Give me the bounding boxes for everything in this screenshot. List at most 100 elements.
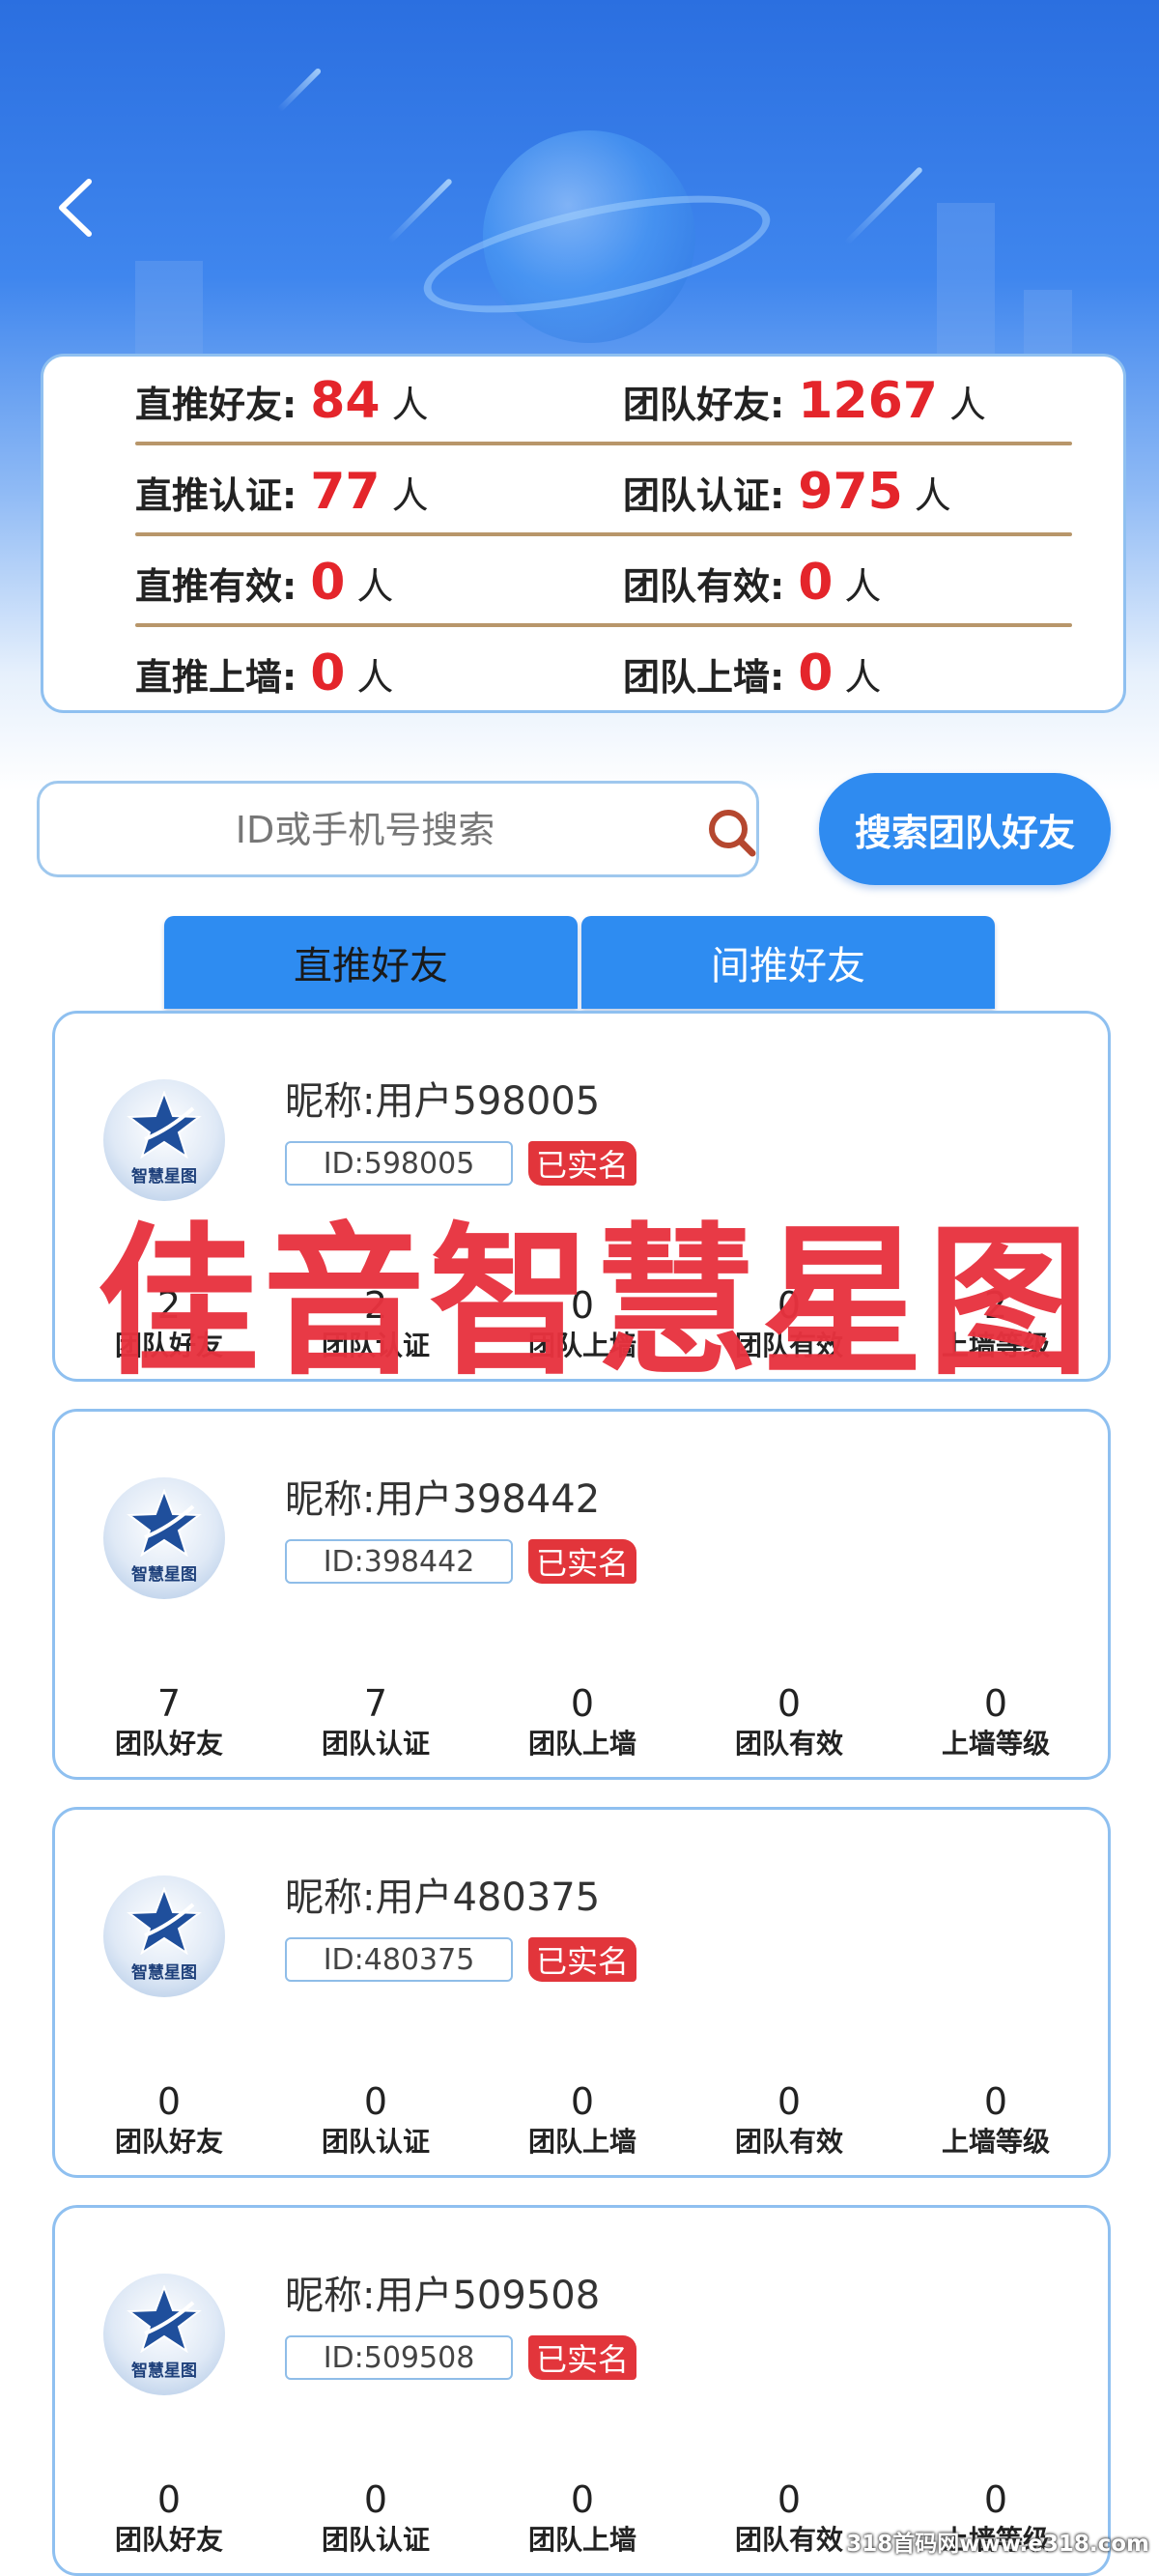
stat-unit: 人 xyxy=(356,655,394,699)
stat-value: 975 xyxy=(798,463,903,521)
team-stats-card: 直推好友: 84 人 团队好友: 1267 人 直推认证: 77 人 团队认证:… xyxy=(41,354,1126,713)
metric-value: 0 xyxy=(363,2080,388,2123)
user-metric: 0 团队上墙 xyxy=(505,2478,660,2560)
user-card[interactable]: 智慧星图 昵称:用户480375 ID:480375 已实名 0 团队好友 0 团队认证 0 团队… xyxy=(52,1807,1111,2178)
metric-label: 团队有效 xyxy=(734,2126,843,2158)
tab-direct-friends[interactable]: 直推好友 xyxy=(164,916,578,1009)
stats-row: 直推有效: 0 人 团队有效: 0 人 xyxy=(135,538,1072,627)
stat-unit: 人 xyxy=(948,383,986,426)
chevron-left-icon xyxy=(59,179,92,237)
user-metric: 0 团队好友 xyxy=(92,2080,246,2161)
stat-unit: 人 xyxy=(844,564,882,608)
tab-indirect-friends[interactable]: 间推好友 xyxy=(581,916,995,1009)
site-watermark: 318首码网www.e318.com xyxy=(846,2532,1149,2557)
user-metric: 0 团队有效 xyxy=(712,2478,866,2560)
stat-value: 1267 xyxy=(798,372,938,430)
stat-value: 77 xyxy=(310,463,381,521)
team-wall-stat: 团队上墙: 0 人 xyxy=(623,629,881,718)
user-metric: 0 团队有效 xyxy=(712,2080,866,2161)
user-card[interactable]: 智慧星图 昵称:用户509508 ID:509508 已实名 0 团队好友 0 团队认证 0 团队… xyxy=(52,2205,1111,2576)
user-metric: 0 团队好友 xyxy=(92,2478,246,2560)
user-metric: 7 团队好友 xyxy=(92,1682,246,1763)
user-metric: 0 团队上墙 xyxy=(505,2080,660,2161)
user-nickname: 昵称:用户480375 xyxy=(285,1875,601,1920)
meteor-streak xyxy=(276,67,323,113)
direct-valid-stat: 直推有效: 0 人 xyxy=(135,538,393,627)
user-metric: 0 团队认证 xyxy=(298,2080,453,2161)
metric-value: 0 xyxy=(983,1682,1008,1725)
stat-label: 团队认证: xyxy=(623,473,785,517)
user-nickname: 昵称:用户398442 xyxy=(285,1477,601,1522)
user-metric: 0 团队有效 xyxy=(712,1682,866,1763)
user-card[interactable]: 智慧星图 昵称:用户398442 ID:398442 已实名 7 团队好友 7 团队认证 0 团队… xyxy=(52,1409,1111,1780)
team-valid-stat: 团队有效: 0 人 xyxy=(623,538,881,627)
metric-label: 团队好友 xyxy=(114,1728,223,1760)
metric-value: 0 xyxy=(570,1682,595,1725)
back-button[interactable] xyxy=(48,174,106,242)
user-id-badge: ID:480375 xyxy=(285,1937,513,1982)
stat-unit: 人 xyxy=(914,473,951,517)
stats-row: 直推好友: 84 人 团队好友: 1267 人 xyxy=(135,357,1072,445)
stat-label: 团队有效: xyxy=(623,564,785,608)
stat-unit: 人 xyxy=(844,655,882,699)
metric-label: 上墙等级 xyxy=(941,1728,1050,1760)
search-team-button[interactable]: 搜索团队好友 xyxy=(819,773,1111,885)
star-logo-icon xyxy=(127,1887,202,1955)
direct-friends-stat: 直推好友: 84 人 xyxy=(135,357,429,445)
metric-label: 团队上墙 xyxy=(527,2126,636,2158)
stat-label: 直推有效: xyxy=(135,564,297,608)
search-bar xyxy=(37,781,759,877)
avatar: 智慧星图 xyxy=(103,1875,225,1997)
search-icon[interactable] xyxy=(704,805,758,859)
metric-value: 0 xyxy=(570,2080,595,2123)
metric-label: 上墙等级 xyxy=(941,2126,1050,2158)
metric-value: 0 xyxy=(983,2080,1008,2123)
metric-value: 0 xyxy=(777,2478,802,2521)
meteor-streak xyxy=(843,165,924,246)
metric-label: 团队有效 xyxy=(734,1728,843,1760)
stats-row: 直推认证: 77 人 团队认证: 975 人 xyxy=(135,447,1072,536)
metric-value: 0 xyxy=(777,1682,802,1725)
user-id-badge: ID:398442 xyxy=(285,1539,513,1584)
metric-value: 0 xyxy=(156,2080,182,2123)
star-logo-icon xyxy=(127,1489,202,1557)
metric-label: 团队好友 xyxy=(114,2524,223,2556)
stat-label: 直推认证: xyxy=(135,473,297,517)
metric-value: 0 xyxy=(570,2478,595,2521)
metric-value: 0 xyxy=(156,2478,182,2521)
stat-value: 0 xyxy=(310,554,346,612)
avatar: 智慧星图 xyxy=(103,1477,225,1599)
stat-label: 团队上墙: xyxy=(623,655,785,699)
user-metric: 0 团队认证 xyxy=(298,2478,453,2560)
avatar-logo-text: 智慧星图 xyxy=(131,2361,197,2381)
user-metric: 0 上墙等级 xyxy=(919,1682,1073,1763)
metric-label: 团队好友 xyxy=(114,2126,223,2158)
avatar-logo-text: 智慧星图 xyxy=(131,1565,197,1585)
user-nickname: 昵称:用户509508 xyxy=(285,2274,601,2318)
metric-label: 团队认证 xyxy=(321,1728,430,1760)
star-logo-icon xyxy=(127,2285,202,2353)
stat-label: 直推上墙: xyxy=(135,655,297,699)
metric-label: 团队认证 xyxy=(321,2524,430,2556)
team-friends-stat: 团队好友: 1267 人 xyxy=(623,357,986,445)
metric-value: 7 xyxy=(156,1682,182,1725)
verified-badge: 已实名 xyxy=(528,1539,636,1584)
verified-badge: 已实名 xyxy=(528,2335,636,2380)
stats-row: 直推上墙: 0 人 团队上墙: 0 人 xyxy=(135,629,1072,718)
stat-value: 0 xyxy=(798,554,834,612)
team-verified-stat: 团队认证: 975 人 xyxy=(623,447,951,536)
user-id-badge: ID:509508 xyxy=(285,2335,513,2380)
avatar: 智慧星图 xyxy=(103,2274,225,2395)
metric-label: 团队上墙 xyxy=(527,2524,636,2556)
user-nickname: 昵称:用户598005 xyxy=(285,1079,601,1124)
metric-value: 0 xyxy=(363,2478,388,2521)
verified-badge: 已实名 xyxy=(528,1937,636,1982)
search-input[interactable] xyxy=(59,793,671,867)
direct-verified-stat: 直推认证: 77 人 xyxy=(135,447,429,536)
metric-value: 0 xyxy=(983,2478,1008,2521)
watermark-text: 佳音智慧星图 xyxy=(97,1208,1093,1397)
user-metric: 0 上墙等级 xyxy=(919,2080,1073,2161)
stat-label: 直推好友: xyxy=(135,383,297,426)
metric-value: 7 xyxy=(363,1682,388,1725)
meteor-streak xyxy=(387,178,453,243)
